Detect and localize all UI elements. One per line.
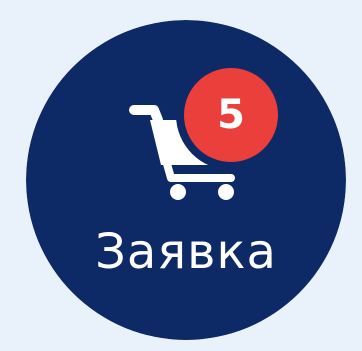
- order-request-button[interactable]: 5 Заявка: [26, 20, 346, 340]
- button-graphics: [26, 20, 346, 340]
- button-label: Заявка: [95, 224, 277, 280]
- page: 5 Заявка: [0, 0, 362, 351]
